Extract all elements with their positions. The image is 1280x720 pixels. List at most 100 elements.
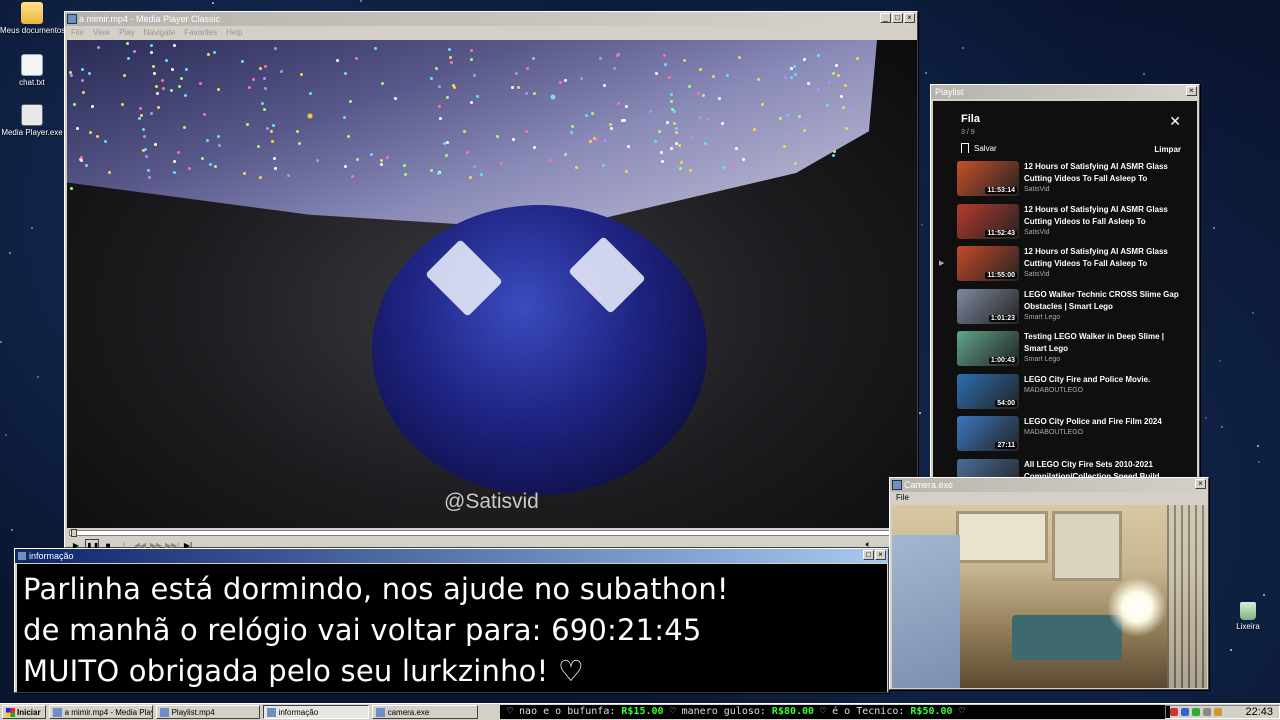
camera-titlebar[interactable]: Camera.exe × xyxy=(890,478,1208,492)
queue-item[interactable]: 54:00 LEGO City Fire and Police Movie. MAD… xyxy=(957,373,1187,417)
video-title: All LEGO City Fire Sets 2010-2021 Compil… xyxy=(1024,459,1160,480)
ticker-amount: R$15.00 xyxy=(621,706,664,717)
windows-logo-icon xyxy=(6,707,15,717)
window-title: Camera.exe xyxy=(904,480,954,490)
desktop-icon-recycle-bin[interactable]: Lixeira xyxy=(1216,602,1280,631)
video-title: Testing LEGO Walker in Deep Slime | Smar… xyxy=(1024,332,1165,353)
ticker-text: ♡ é o Tecnico: xyxy=(814,706,911,717)
tray-icon[interactable] xyxy=(1192,708,1200,716)
queue-item[interactable]: 1:01:23 LEGO Walker Technic CROSS Slime G… xyxy=(957,288,1187,332)
queue-item[interactable]: 11:52:43 12 Hours of Satisfying AI ASMR G… xyxy=(957,203,1187,247)
desktop-icon-label: chat.txt xyxy=(19,78,45,87)
info-window[interactable]: informação □ × Parlinha está dormindo, n… xyxy=(14,548,889,693)
media-player-icon xyxy=(159,707,169,717)
menu-file[interactable]: File xyxy=(896,493,909,502)
video-channel: SatisVid xyxy=(1024,228,1050,236)
seek-thumb[interactable] xyxy=(71,529,77,537)
desktop-icon-chat-txt[interactable]: chat.txt xyxy=(0,54,64,87)
desktop-icon-my-documents[interactable]: Meus documentos xyxy=(0,2,66,35)
desktop-icon-media-player[interactable]: Media Player.exe xyxy=(0,104,64,137)
tray-icon[interactable] xyxy=(1181,708,1189,716)
ticker-text: ♡ xyxy=(952,706,965,717)
minimize-button[interactable]: _ xyxy=(880,13,891,23)
media-player-icon xyxy=(52,707,62,717)
taskbar-item-media-player[interactable]: a mimir.mp4 - Media Playe... xyxy=(48,705,153,719)
close-button[interactable]: × xyxy=(1195,479,1206,489)
desktop-icon-label: Meus documentos xyxy=(0,26,66,35)
close-button[interactable]: × xyxy=(1186,86,1197,96)
close-button[interactable]: × xyxy=(875,550,886,560)
video-channel: SatisVid xyxy=(1024,271,1050,278)
camera-feed xyxy=(892,505,1207,688)
menu-play[interactable]: Play xyxy=(119,26,135,39)
menu-view[interactable]: View xyxy=(93,26,110,39)
maximize-button[interactable]: □ xyxy=(892,13,903,23)
taskbar-item-camera[interactable]: camera.exe xyxy=(371,705,478,719)
video-duration: 11:52:43 xyxy=(985,229,1017,237)
ticker-text: ♡ manero guloso: xyxy=(663,706,772,717)
camera-icon xyxy=(375,707,385,717)
media-player-icon xyxy=(21,104,43,126)
video-thumbnail: 11:55:00 xyxy=(957,246,1019,281)
info-line-3: MUITO obrigada pelo seu lurkzinho! ♡ xyxy=(23,654,585,688)
save-button[interactable]: Salvar xyxy=(961,143,997,153)
video-channel: Smart Lego xyxy=(1024,356,1061,363)
clear-button[interactable]: Limpar xyxy=(1154,145,1181,154)
taskbar: Iniciar a mimir.mp4 - Media Playe... Pla… xyxy=(0,703,1280,720)
media-player-titlebar[interactable]: a mimir.mp4 - Media Player Classic _ □ × xyxy=(65,12,917,26)
video-channel: MADABOUTLEGO xyxy=(1024,386,1084,394)
glass-blueberry xyxy=(372,205,707,495)
video-duration: 11:53:14 xyxy=(985,187,1017,194)
video-channel: SatisVid xyxy=(1024,186,1050,193)
video-thumbnail: 11:52:43 xyxy=(957,203,1019,239)
menu-help[interactable]: Help xyxy=(226,26,242,39)
donation-ticker: ♡ nao e o bufunfa: R$15.00 ♡ manero gulo… xyxy=(500,705,1170,719)
clock[interactable]: 22:43 xyxy=(1245,706,1273,718)
playlist-window[interactable]: Playlist × Fila 3 / 9 ✕ Salvar Limpar 11… xyxy=(930,84,1200,480)
media-player-window[interactable]: a mimir.mp4 - Media Player Classic _ □ ×… xyxy=(64,11,918,563)
video-title: LEGO City Police and Fire Film 2024 xyxy=(1024,417,1162,426)
video-duration: 1:01:23 xyxy=(988,314,1017,322)
system-tray: 22:43 xyxy=(1165,705,1280,719)
queue-item[interactable]: 27:11 LEGO City Police and Fire Film 2024… xyxy=(957,416,1187,459)
text-file-icon xyxy=(21,54,43,76)
recycle-bin-icon xyxy=(1240,602,1256,620)
video-thumbnail xyxy=(957,458,1019,479)
camera-window[interactable]: Camera.exe × File xyxy=(889,477,1209,690)
video-thumbnail: 27:11 xyxy=(957,416,1019,451)
seek-bar[interactable] xyxy=(69,529,915,537)
close-icon[interactable]: ✕ xyxy=(1169,113,1181,130)
queue-item[interactable]: All LEGO City Fire Sets 2010-2021 Compil… xyxy=(957,458,1187,480)
taskbar-item-info[interactable]: informação xyxy=(262,705,369,719)
start-label: Iniciar xyxy=(17,707,41,717)
info-line-1: Parlinha está dormindo, nos ajude no sub… xyxy=(23,572,729,606)
video-title: LEGO City Fire and Police Movie. xyxy=(1024,374,1151,384)
queue-item[interactable]: 1:00:43 Testing LEGO Walker in Deep Slime… xyxy=(957,331,1187,374)
start-button[interactable]: Iniciar xyxy=(2,705,46,719)
menu-favorites[interactable]: Favorites xyxy=(184,26,217,39)
folder-icon xyxy=(21,2,43,24)
menu-navigate[interactable]: Navigate xyxy=(144,26,176,39)
maximize-button[interactable]: □ xyxy=(863,550,874,560)
tray-icon[interactable] xyxy=(1170,708,1178,716)
video-area[interactable]: @Satisvid xyxy=(67,40,917,528)
video-title: 12 Hours of Satisfying AI ASMR Glass Cut… xyxy=(1024,204,1168,226)
ticker-amount: R$80.00 xyxy=(771,706,815,717)
menu-bar: File View Play Navigate Favorites Help xyxy=(65,26,917,39)
video-channel: MADABOUTLEGO xyxy=(1024,429,1084,436)
queue-item[interactable]: 11:53:14 12 Hours of Satisfying AI ASMR G… xyxy=(957,161,1187,204)
queue-item[interactable]: ▶ 11:55:00 12 Hours of Satisfying AI ASMR … xyxy=(939,246,1187,289)
video-duration: 1:00:43 xyxy=(988,357,1017,364)
bookmark-icon xyxy=(961,143,969,153)
menu-file[interactable]: File xyxy=(71,26,84,39)
tray-icon[interactable] xyxy=(1203,708,1211,716)
now-playing-icon: ▶ xyxy=(939,260,945,267)
video-thumbnail: 1:01:23 xyxy=(957,288,1019,324)
tray-icon[interactable] xyxy=(1214,708,1222,716)
info-titlebar[interactable]: informação □ × xyxy=(15,549,888,563)
info-text-area: Parlinha está dormindo, nos ajude no sub… xyxy=(17,564,887,692)
playlist-titlebar[interactable]: Playlist × xyxy=(931,85,1199,99)
taskbar-item-playlist[interactable]: Playlist.mp4 xyxy=(155,705,260,719)
camera-icon xyxy=(892,480,902,490)
close-button[interactable]: × xyxy=(904,13,915,23)
